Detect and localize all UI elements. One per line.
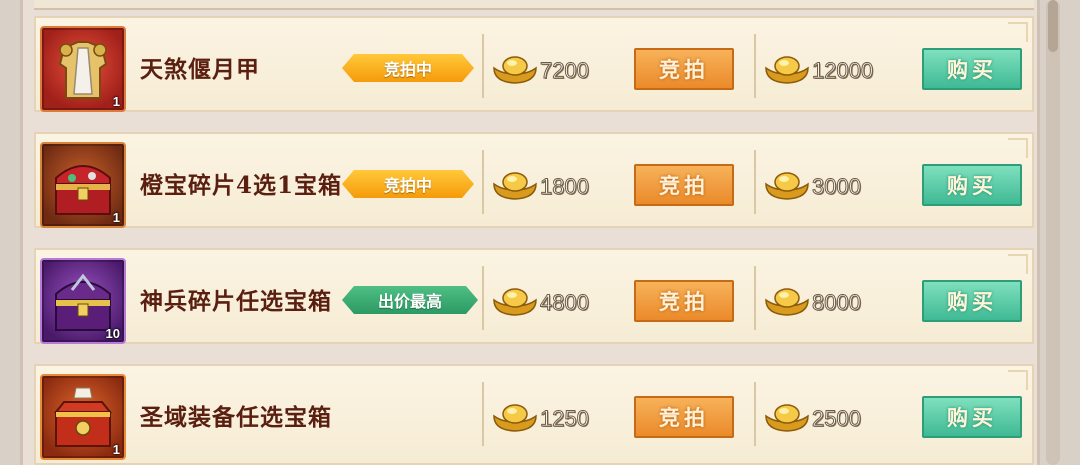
purple-chest-icon[interactable]: 10 (40, 258, 126, 344)
gold-ingot-icon (493, 172, 537, 200)
divider (482, 150, 484, 214)
divider (482, 382, 484, 446)
bid-price: 1250 (540, 406, 590, 432)
item-count: 1 (112, 210, 120, 225)
divider (754, 382, 756, 446)
divider (754, 150, 756, 214)
gold-ingot-icon (765, 172, 809, 200)
bid-button[interactable]: 竞拍 (634, 164, 734, 206)
bid-button[interactable]: 竞拍 (634, 48, 734, 90)
gold-ingot-icon (493, 288, 537, 316)
orange-chest-icon[interactable]: 1 (40, 142, 126, 228)
buy-button[interactable]: 购买 (922, 280, 1022, 322)
buy-button[interactable]: 购买 (922, 164, 1022, 206)
item-count: 10 (105, 326, 120, 341)
item-count: 1 (112, 94, 120, 109)
previous-row-edge (34, 0, 1034, 10)
auction-row: 1 圣域装备任选宝箱 1250 竞拍 2500 购买 (34, 364, 1034, 465)
buy-button[interactable]: 购买 (922, 396, 1022, 438)
item-name: 神兵碎片任选宝箱 (140, 288, 332, 315)
armor-icon[interactable]: 1 (40, 26, 126, 112)
item-name: 橙宝碎片4选1宝箱 (140, 172, 343, 199)
auction-row: 10 神兵碎片任选宝箱 出价最高 4800 竞拍 8000 购买 (34, 248, 1034, 344)
divider (754, 34, 756, 98)
buy-button[interactable]: 购买 (922, 48, 1022, 90)
auction-row: 1 橙宝碎片4选1宝箱 竞拍中 1800 竞拍 3000 购买 (34, 132, 1034, 228)
buy-price: 12000 (811, 58, 874, 84)
buy-price: 3000 (812, 174, 862, 200)
divider (482, 34, 484, 98)
status-badge: 竞拍中 (342, 170, 474, 198)
bid-price: 4800 (540, 290, 590, 316)
bid-button[interactable]: 竞拍 (634, 396, 734, 438)
gold-ingot-icon (765, 288, 809, 316)
gold-ingot-icon (765, 56, 809, 84)
item-count: 1 (112, 442, 120, 457)
bid-price: 7200 (540, 58, 590, 84)
divider (754, 266, 756, 330)
buy-price: 8000 (812, 290, 862, 316)
item-name: 圣域装备任选宝箱 (140, 404, 332, 431)
scrollbar[interactable] (1046, 0, 1060, 465)
bid-price: 1800 (540, 174, 590, 200)
gold-ingot-icon (765, 404, 809, 432)
status-badge: 出价最高 (342, 286, 478, 314)
divider (482, 266, 484, 330)
buy-price: 2500 (812, 406, 862, 432)
bid-button[interactable]: 竞拍 (634, 280, 734, 322)
red-chest-icon[interactable]: 1 (40, 374, 126, 460)
item-name: 天煞偃月甲 (140, 56, 260, 83)
gold-ingot-icon (493, 404, 537, 432)
scroll-thumb[interactable] (1048, 0, 1058, 52)
auction-row: 1 天煞偃月甲 竞拍中 7200 竞拍 12000 购买 (34, 16, 1034, 112)
gold-ingot-icon (493, 56, 537, 84)
status-badge: 竞拍中 (342, 54, 474, 82)
